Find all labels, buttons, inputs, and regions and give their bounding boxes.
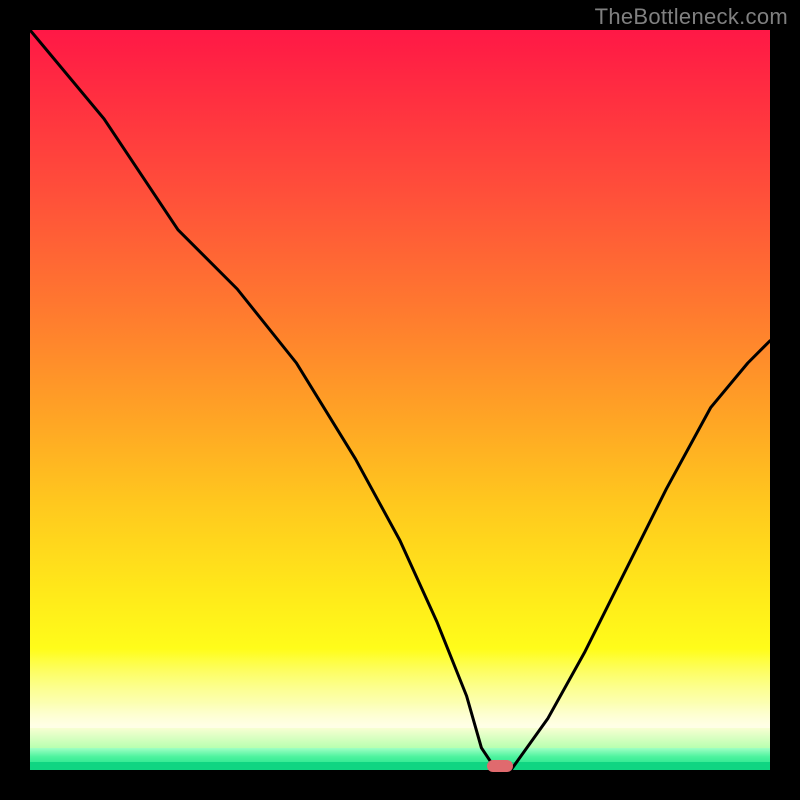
curve-svg [30,30,770,770]
optimal-marker [487,760,513,772]
plot-area [30,30,770,770]
bottleneck-curve [30,30,770,770]
chart-frame: TheBottleneck.com [0,0,800,800]
attribution-text: TheBottleneck.com [595,4,788,30]
